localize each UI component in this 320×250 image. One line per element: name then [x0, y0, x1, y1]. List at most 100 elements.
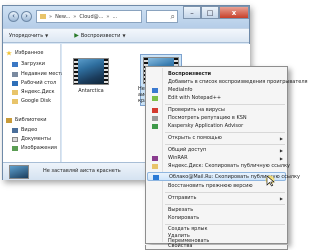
sidebar-item-label: Загрузки: [21, 61, 45, 67]
sidebar-item-images[interactable]: Изображения: [12, 145, 57, 151]
mouse-cursor-icon: [265, 175, 275, 187]
yandex-disk-icon: [12, 89, 18, 95]
submenu-arrow-icon: ▶: [279, 136, 283, 141]
folder-icon: [40, 14, 46, 19]
sidebar-item-label: Видео: [21, 127, 38, 133]
sidebar-item-label: Google Disk: [21, 98, 51, 104]
video-thumbnail[interactable]: [73, 58, 109, 85]
sidebar-item-downloads[interactable]: Загрузки: [12, 61, 45, 67]
menu-item-label: Вырезать: [168, 207, 194, 213]
menu-item-label: Воспроизвести: [168, 71, 212, 77]
address-bar[interactable]: » New... » Cloud@... » ...: [36, 10, 142, 23]
menu-item-notepad[interactable]: Edit with Notepad++: [147, 95, 286, 102]
maximize-button[interactable]: □: [201, 6, 219, 19]
breadcrumb-item[interactable]: New...: [55, 14, 70, 20]
desktop-icon: [12, 80, 18, 86]
menu-separator: [165, 204, 285, 205]
sidebar-item-libraries[interactable]: Библиотеки: [6, 117, 47, 123]
menu-item-label: Отправить: [168, 195, 197, 201]
menu-item-cut[interactable]: Вырезать: [147, 207, 286, 214]
menu-item-label: WinRAR: [168, 155, 188, 161]
menu-item-ksn-reputation[interactable]: Посмотреть репутацию в KSN: [147, 115, 286, 122]
kaspersky-advisor-icon: [152, 124, 158, 129]
sidebar-item-label: Изображения: [21, 145, 57, 151]
command-bar: Упорядочить ▼ ▶ Воспроизвести ▼: [3, 28, 249, 43]
menu-item-mediainfo[interactable]: MediaInfo: [147, 87, 286, 94]
submenu-arrow-icon: ▶: [279, 148, 283, 153]
breadcrumb-separator: »: [106, 13, 110, 20]
cloud-mail-icon: [153, 175, 159, 180]
play-label: Воспроизвести: [80, 32, 121, 39]
sidebar-item-label: Рабочий стол: [21, 80, 57, 86]
downloads-icon: [12, 61, 18, 67]
menu-item-label: Edit with Notepad++: [168, 95, 222, 101]
organize-button[interactable]: Упорядочить ▼: [9, 33, 48, 39]
context-menu-tail: Свойства: [145, 244, 288, 250]
menu-item-label: Создать ярлык: [168, 226, 208, 232]
sidebar-item-google-disk[interactable]: Google Disk: [12, 98, 51, 104]
libraries-icon: [6, 117, 12, 123]
sidebar-item-video[interactable]: Видео: [12, 127, 37, 133]
menu-item-label: Kaspersky Application Advisor: [168, 123, 244, 129]
sidebar-item-favorites[interactable]: Избранное: [6, 50, 43, 56]
menu-separator: [165, 144, 285, 145]
context-menu: Воспроизвести Добавить в список воспроиз…: [145, 66, 308, 244]
menu-item-winrar[interactable]: WinRAR ▶: [147, 155, 286, 162]
menu-item-add-to-playlist[interactable]: Добавить в список воспроизведения проигр…: [147, 79, 308, 86]
breadcrumb-separator: »: [73, 13, 77, 20]
breadcrumb-separator: »: [49, 13, 53, 20]
menu-separator: [165, 192, 285, 193]
status-file-name: Не заставляй аиста краснеть: [43, 168, 121, 174]
close-button[interactable]: x: [219, 6, 249, 19]
sidebar-item-label: Документы: [21, 136, 51, 142]
chevron-down-icon: ▼: [122, 33, 126, 38]
menu-item-scan-virus[interactable]: Проверить на вирусы: [147, 107, 286, 114]
sidebar-item-yandex-disk[interactable]: Яндекс.Диск: [12, 89, 55, 95]
minimize-button[interactable]: –: [183, 6, 201, 19]
sidebar-item-documents[interactable]: Документы: [12, 136, 51, 142]
menu-separator: [165, 104, 285, 105]
menu-item-label: Общий доступ: [168, 147, 207, 153]
menu-item-label: Свойства: [168, 243, 193, 249]
sidebar-item-label: Библиотеки: [15, 117, 47, 123]
submenu-arrow-icon: ▶: [279, 156, 283, 161]
search-input[interactable]: ⌕: [146, 10, 178, 23]
menu-item-properties[interactable]: Свойства: [147, 244, 286, 249]
menu-item-play[interactable]: Воспроизвести: [147, 71, 286, 78]
back-button[interactable]: ‹: [8, 11, 19, 22]
breadcrumb-item[interactable]: Cloud@...: [79, 14, 103, 20]
menu-item-label: Открыть с помощью: [168, 135, 222, 141]
organize-label: Упорядочить: [9, 32, 44, 39]
menu-item-label: Добавить в список воспроизведения проигр…: [168, 79, 308, 85]
sidebar-item-label: Яндекс.Диск: [21, 89, 55, 95]
title-bar: ‹ › » New... » Cloud@... » ... ⌕ – □ x: [3, 6, 249, 28]
google-drive-icon: [12, 98, 18, 104]
menu-item-kaspersky-advisor[interactable]: Kaspersky Application Advisor: [147, 123, 286, 130]
menu-item-label: Копировать: [168, 215, 200, 221]
notepad-plus-plus-icon: [152, 96, 158, 101]
breadcrumb-item[interactable]: ...: [112, 14, 117, 20]
menu-item-open-with[interactable]: Открыть с помощью ▶: [147, 135, 286, 142]
play-button[interactable]: ▶ Воспроизвести ▼: [74, 32, 125, 39]
sidebar-item-label: Избранное: [15, 50, 44, 56]
sidebar-item-desktop[interactable]: Рабочий стол: [12, 80, 56, 86]
recent-places-icon: [12, 71, 18, 77]
menu-item-send-to[interactable]: Отправить ▶: [147, 195, 286, 202]
menu-item-yandex-disk-link[interactable]: Яндекс.Диск: Скопировать публичную ссылк…: [147, 163, 290, 170]
menu-item-create-shortcut[interactable]: Создать ярлык: [147, 226, 286, 233]
yandex-disk-icon: [152, 164, 158, 169]
star-icon: [6, 50, 12, 56]
sidebar-item-label: Недавние места: [21, 71, 65, 77]
mediainfo-icon: [152, 88, 158, 93]
forward-button[interactable]: ›: [21, 11, 32, 22]
menu-item-share[interactable]: Общий доступ ▶: [147, 147, 286, 154]
menu-item-copy[interactable]: Копировать: [147, 215, 286, 222]
chevron-down-icon: ▼: [45, 33, 49, 38]
images-icon: [12, 145, 18, 151]
menu-item-label: Яндекс.Диск: Скопировать публичную ссылк…: [168, 163, 290, 169]
menu-item-label: Облако@Mail.Ru: Скопировать публичную сс…: [169, 174, 300, 180]
menu-item-label: Посмотреть репутацию в KSN: [168, 115, 247, 121]
sidebar-item-recent[interactable]: Недавние места: [12, 71, 64, 77]
documents-icon: [12, 136, 18, 142]
file-name[interactable]: Antarctica: [71, 88, 111, 94]
